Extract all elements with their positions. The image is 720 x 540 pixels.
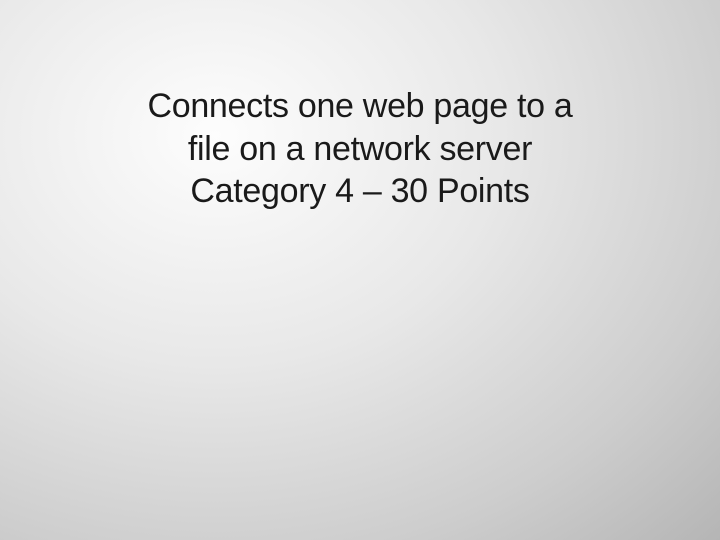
- slide-line-1: Connects one web page to a: [0, 85, 720, 128]
- slide-container: Connects one web page to a file on a net…: [0, 0, 720, 540]
- slide-text-block: Connects one web page to a file on a net…: [0, 85, 720, 213]
- slide-line-2: file on a network server: [0, 128, 720, 171]
- slide-line-3: Category 4 – 30 Points: [0, 170, 720, 213]
